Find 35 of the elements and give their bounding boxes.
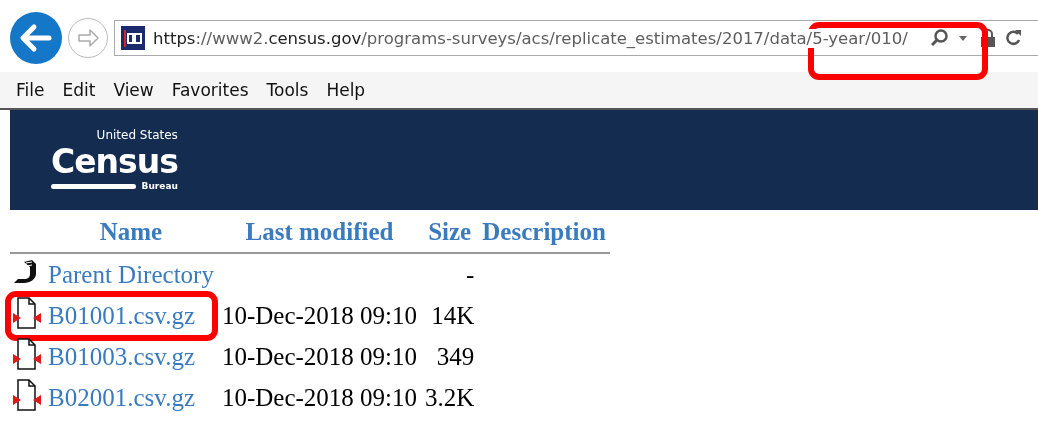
file-size: - [466,260,475,288]
census-logo[interactable]: United States Census Bureau [51,128,178,192]
file-size: 14K [431,301,475,329]
column-header[interactable]: Size [428,218,472,245]
url-text: https://www2.census.gov/programs-surveys/acs/replicate_estimates/2017/data/5-year/010/ [153,28,908,48]
modified-date: 10-Dec-2018 09:10 [221,301,417,329]
menu-item[interactable]: Favorites [163,80,259,100]
modified-date: 10-Dec-2018 09:10 [221,342,417,370]
lock-icon [979,28,996,48]
refresh-icon[interactable] [1003,28,1022,48]
forward-arrow-icon [76,28,100,48]
file-link[interactable]: B01001.csv.gz [48,301,195,329]
file-size: 349 [436,342,475,370]
dropdown-caret-icon[interactable] [957,34,968,42]
menu-item[interactable]: Edit [54,80,106,100]
back-arrow-icon [19,23,53,53]
modified-date: 10-Dec-2018 09:10 [221,383,417,411]
address-field[interactable]: https://www2.census.gov/programs-surveys/acs/replicate_estimates/2017/data/5-year/010/ [114,20,1038,56]
back-button[interactable] [10,12,62,64]
column-header[interactable]: Name [99,218,163,245]
column-header[interactable]: Last modified [245,218,394,245]
file-link[interactable]: B01003.csv.gz [48,342,195,370]
menu-item[interactable]: Tools [258,80,319,100]
menu-item[interactable]: File [8,80,55,100]
compressed-file-icon [12,377,42,412]
column-header[interactable]: Description [482,218,606,245]
menu-item[interactable]: View [105,80,164,100]
search-icon[interactable] [929,28,950,48]
menu-item[interactable]: Help [318,80,376,100]
file-link[interactable]: B02001.csv.gz [48,383,195,411]
file-size: 3.2K [425,383,475,411]
compressed-file-icon [12,295,42,330]
file-link[interactable]: Parent Directory [48,260,214,288]
compressed-file-icon [12,336,42,371]
site-favicon-icon [121,26,145,50]
